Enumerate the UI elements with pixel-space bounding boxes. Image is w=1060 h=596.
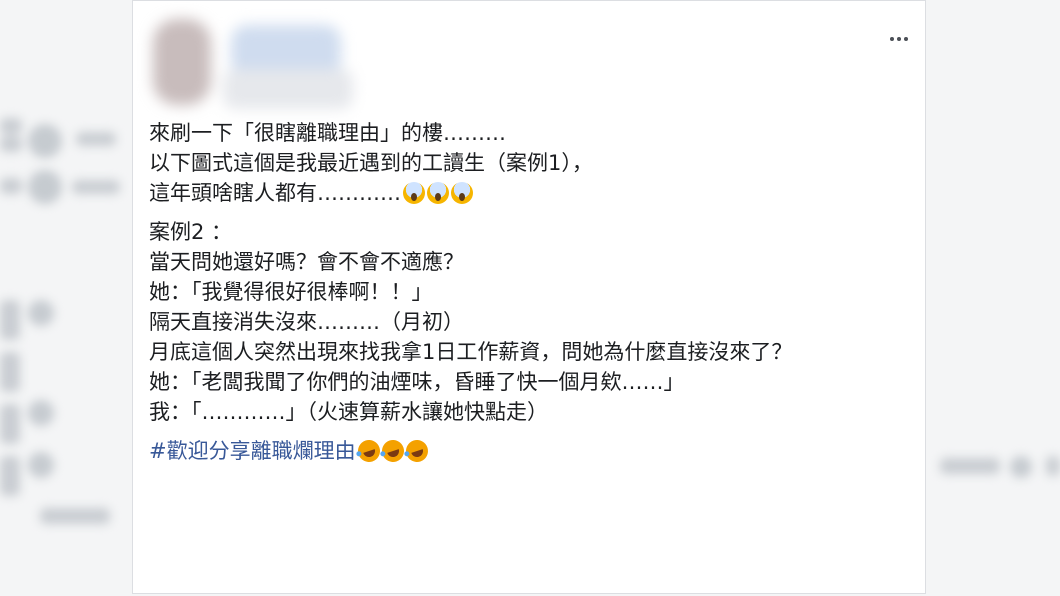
post-line: 她：「老闆我聞了你們的油煙味，昏睡了快一個月欸……」 (149, 370, 685, 394)
post-line: 這年頭啥瞎人都有………… (149, 178, 919, 208)
post-line: 案例2 ： (149, 220, 233, 244)
post-line: 以下圖式這個是我最近遇到的工讀生（案例1）， (149, 151, 593, 175)
post-meta-blurred (223, 69, 353, 109)
screaming-face-icon (451, 182, 473, 204)
post-card: 來刷一下「很瞎離職理由」的樓……… 以下圖式這個是我最近遇到的工讀生（案例1），… (132, 0, 926, 594)
post-line: 當天問她還好嗎？會不會不適應？ (149, 250, 464, 274)
rolling-laughing-icon (402, 437, 431, 465)
post-header-blurred (147, 7, 357, 117)
post-line: 她：「我覺得很好很棒啊！！」 (149, 280, 433, 304)
hashtag-line: #歡迎分享離職爛理由 (149, 436, 919, 466)
hashtag-link[interactable]: #歡迎分享離職爛理由 (149, 439, 356, 463)
post-line: 來刷一下「很瞎離職理由」的樓……… (149, 121, 506, 145)
rolling-laughing-icon (378, 437, 407, 465)
post-line: 隔天直接消失沒來………（月初） (149, 310, 464, 334)
post-text: 來刷一下「很瞎離職理由」的樓……… 以下圖式這個是我最近遇到的工讀生（案例1），… (149, 118, 919, 466)
more-options-button[interactable] (885, 27, 913, 51)
screaming-face-icon (403, 182, 425, 204)
more-options-icon (889, 37, 910, 41)
post-line: 月底這個人突然出現來找我拿1日工作薪資，問她為什麼直接沒來了？ (149, 340, 793, 364)
post-line: 我：「…………」（火速算薪水讓她快點走） (149, 400, 548, 424)
rolling-laughing-icon (354, 437, 383, 465)
screaming-face-icon (427, 182, 449, 204)
avatar[interactable] (153, 19, 211, 105)
